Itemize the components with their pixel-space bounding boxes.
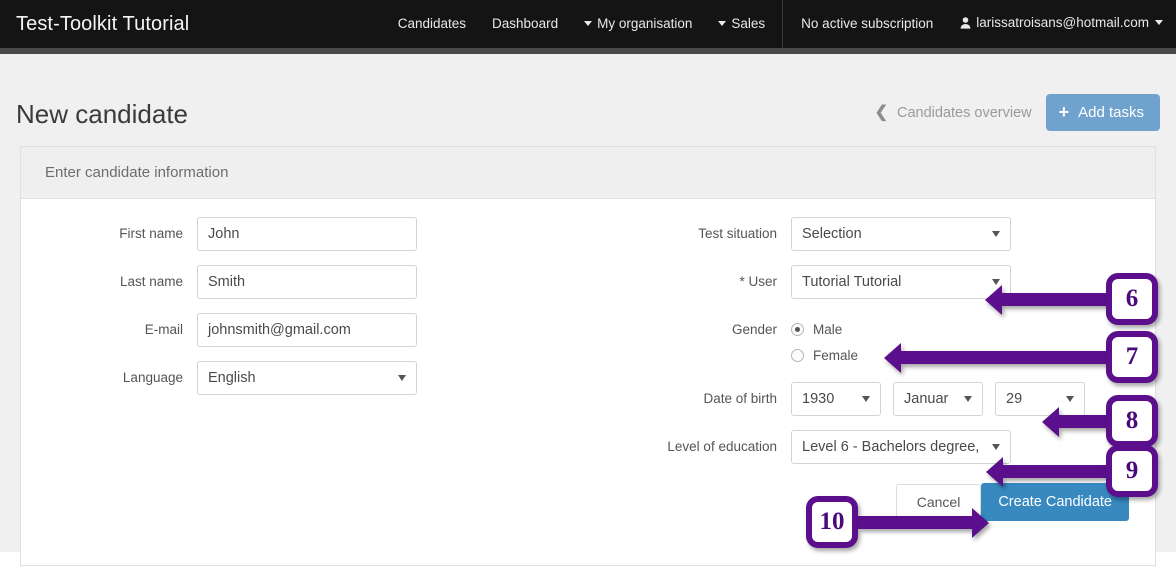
- radio-female-icon[interactable]: [791, 348, 804, 362]
- dob-year-select[interactable]: 1930: [791, 382, 881, 416]
- test-situation-select[interactable]: Selection: [791, 217, 1011, 251]
- account-menu[interactable]: larissatroisans@hotmail.com: [947, 0, 1176, 49]
- candidates-overview-link[interactable]: ❮ Candidates overview: [874, 103, 1032, 121]
- user-label: * User: [739, 274, 777, 289]
- candidate-form-panel: Enter candidate information First name J…: [20, 146, 1156, 566]
- subscription-status: No active subscription: [801, 16, 934, 31]
- field-row-language: Language English: [21, 361, 491, 395]
- chevron-down-icon: [398, 375, 406, 381]
- education-label: Level of education: [667, 439, 777, 454]
- add-tasks-label: Add tasks: [1078, 103, 1144, 121]
- education-selected-value: Level 6 - Bachelors degree,: [802, 439, 980, 455]
- field-row-last-name: Last name Smith: [21, 265, 491, 299]
- dob-month-select[interactable]: Januar: [893, 382, 983, 416]
- dob-year-value: 1930: [802, 391, 835, 407]
- page-container: New candidate ❮ Candidates overview + Ad…: [0, 54, 1176, 566]
- gender-radio-group: Male Female: [791, 313, 858, 368]
- chevron-down-icon: [992, 231, 1000, 237]
- field-row-education: Level of education Level 6 - Bachelors d…: [577, 430, 1137, 464]
- panel-header-title: Enter candidate information: [45, 164, 229, 181]
- panel-body: First name John Last name Smith E-mail j…: [21, 199, 1155, 566]
- nav-item-dashboard-label: Dashboard: [492, 16, 559, 31]
- chevron-down-icon: [1155, 20, 1163, 25]
- radio-male-icon[interactable]: [791, 322, 804, 336]
- brand-title[interactable]: Test-Toolkit Tutorial: [16, 13, 189, 36]
- education-select[interactable]: Level 6 - Bachelors degree,: [791, 430, 1011, 464]
- email-input[interactable]: johnsmith@gmail.com: [197, 313, 417, 347]
- chevron-down-icon: [964, 396, 972, 402]
- dob-day-select[interactable]: 29: [995, 382, 1085, 416]
- test-situation-selected-value: Selection: [802, 226, 862, 242]
- field-row-date-of-birth: Date of birth 1930 Januar 29: [577, 382, 1137, 416]
- nav-item-sales[interactable]: Sales: [705, 0, 778, 48]
- form-column-right: Test situation Selection * User Tutorial…: [577, 217, 1137, 478]
- nav-item-candidates-label: Candidates: [397, 16, 467, 31]
- nav-item-dashboard[interactable]: Dashboard: [479, 0, 571, 48]
- first-name-label: First name: [119, 226, 183, 241]
- language-select[interactable]: English: [197, 361, 417, 395]
- chevron-left-icon: ❮: [874, 103, 888, 121]
- navbar-right-group: Candidates Dashboard My organisation Sal…: [385, 0, 1176, 48]
- nav-item-my-organisation-label: My organisation: [597, 16, 693, 31]
- chevron-down-icon: [992, 444, 1000, 450]
- chevron-down-icon: [718, 21, 727, 26]
- user-select[interactable]: Tutorial Tutorial: [791, 265, 1011, 299]
- top-navbar: Test-Toolkit Tutorial Candidates Dashboa…: [0, 0, 1176, 48]
- gender-option-female[interactable]: Female: [791, 342, 858, 368]
- test-situation-label: Test situation: [698, 226, 777, 241]
- field-row-gender: Gender Male Female: [577, 313, 1137, 368]
- email-label: E-mail: [144, 322, 183, 337]
- plus-icon: +: [1058, 102, 1070, 122]
- gender-female-label: Female: [813, 347, 859, 363]
- language-selected-value: English: [208, 370, 256, 386]
- navbar-divider: [782, 0, 784, 48]
- chevron-down-icon: [992, 279, 1000, 285]
- create-candidate-button[interactable]: Create Candidate: [981, 483, 1129, 521]
- gender-male-label: Male: [813, 321, 843, 337]
- add-tasks-button[interactable]: + Add tasks: [1045, 94, 1160, 131]
- candidates-overview-label: Candidates overview: [897, 104, 1032, 121]
- page-header-actions: ❮ Candidates overview + Add tasks: [875, 94, 1160, 131]
- dob-day-value: 29: [1006, 391, 1023, 407]
- form-actions: Cancel Create Candidate: [895, 483, 1129, 521]
- first-name-input[interactable]: John: [197, 217, 417, 251]
- panel-header: Enter candidate information: [21, 147, 1155, 199]
- page-header: New candidate ❮ Candidates overview + Ad…: [16, 94, 1160, 142]
- date-of-birth-controls: 1930 Januar 29: [791, 382, 1085, 416]
- nav-item-sales-label: Sales: [731, 16, 766, 31]
- nav-item-candidates[interactable]: Candidates: [385, 0, 479, 48]
- language-label: Language: [122, 370, 183, 385]
- gender-label: Gender: [731, 322, 777, 337]
- date-of-birth-label: Date of birth: [703, 391, 777, 406]
- last-name-input[interactable]: Smith: [197, 265, 417, 299]
- dob-month-value: Januar: [904, 391, 949, 407]
- account-email: larissatroisans@hotmail.com: [976, 15, 1149, 30]
- field-row-first-name: First name John: [21, 217, 491, 251]
- field-row-email: E-mail johnsmith@gmail.com: [21, 313, 491, 347]
- chevron-down-icon: [584, 21, 593, 26]
- user-icon: [960, 1, 971, 49]
- user-selected-value: Tutorial Tutorial: [802, 274, 902, 290]
- chevron-down-icon: [862, 396, 870, 402]
- nav-item-my-organisation[interactable]: My organisation: [571, 0, 705, 48]
- cancel-button[interactable]: Cancel: [895, 484, 982, 520]
- field-row-user: * User Tutorial Tutorial: [577, 265, 1137, 299]
- chevron-down-icon: [1066, 396, 1074, 402]
- field-row-test-situation: Test situation Selection: [577, 217, 1137, 251]
- form-column-left: First name John Last name Smith E-mail j…: [21, 217, 491, 409]
- last-name-label: Last name: [119, 274, 183, 289]
- gender-option-male[interactable]: Male: [791, 316, 858, 342]
